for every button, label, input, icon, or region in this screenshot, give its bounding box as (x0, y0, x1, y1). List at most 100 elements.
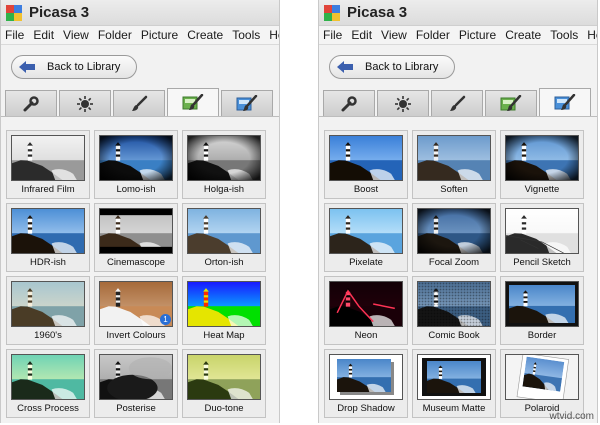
effect-label: Neon (354, 330, 378, 341)
effect-sketch[interactable]: Pencil Sketch (500, 203, 584, 272)
tab-green-effects-brush[interactable] (167, 88, 219, 116)
effect-label: Boost (353, 184, 379, 195)
tab-brightness[interactable] (377, 90, 429, 116)
menu-item-tools[interactable]: Tools (232, 28, 260, 42)
effect-thumbnail (417, 208, 491, 254)
effect-thumbnail (329, 354, 403, 400)
effect-thumbnail (505, 135, 579, 181)
title-bar: Picasa 3 (319, 0, 597, 26)
effect-boost[interactable]: Boost (324, 130, 408, 199)
menu-item-view[interactable]: View (63, 28, 89, 42)
menu-item-file[interactable]: File (5, 28, 24, 42)
effect-polaroid[interactable]: Polaroid (500, 349, 584, 418)
effect-label: Heat Map (203, 330, 245, 341)
window-title: Picasa 3 (29, 4, 90, 21)
effect-label: Lomo-ish (116, 184, 156, 195)
effect-thumbnail (11, 354, 85, 400)
effect-label: Posterise (116, 403, 156, 414)
back-to-library-button[interactable]: Back to Library (11, 55, 138, 79)
menu-item-create[interactable]: Create (505, 28, 541, 42)
effects-grid: Boost Soften Vignette Pixelate Focal Zoom Pen… (324, 130, 584, 418)
effect-heatmap[interactable]: Heat Map (182, 276, 266, 345)
effect-infrared[interactable]: Infrared Film (6, 130, 90, 199)
effect-cross[interactable]: Cross Process (6, 349, 90, 418)
picasa-logo-icon (6, 4, 22, 21)
effect-label: HDR-ish (30, 257, 66, 268)
menu-item-edit[interactable]: Edit (33, 28, 54, 42)
effect-label: Pixelate (349, 257, 383, 268)
menu-item-folder[interactable]: Folder (416, 28, 450, 42)
effect-museum[interactable]: Museum Matte (412, 349, 496, 418)
effect-orton[interactable]: Orton-ish (182, 203, 266, 272)
menu-item-picture[interactable]: Picture (459, 28, 496, 42)
effect-thumbnail (505, 281, 579, 327)
navigation-row: Back to Library (319, 45, 597, 89)
tab-blue-effects-brush[interactable] (539, 88, 591, 116)
effect-focalzoom[interactable]: Focal Zoom (412, 203, 496, 272)
picasa-window-right: Picasa 3 File Edit View Folder Picture Create T… (318, 0, 598, 423)
brightness-icon (394, 95, 412, 113)
effect-label: Duo-tone (204, 403, 244, 414)
effect-duotone[interactable]: Duo-tone (182, 349, 266, 418)
effect-label: Museum Matte (422, 403, 486, 414)
picasa-window-left: Picasa 3 File Edit View Folder Picture Create T… (0, 0, 280, 423)
menu-item-create[interactable]: Create (187, 28, 223, 42)
effect-thumbnail: 1 (99, 281, 173, 327)
effect-comic[interactable]: Comic Book (412, 276, 496, 345)
tool-tabs (319, 88, 597, 117)
back-to-library-button[interactable]: Back to Library (329, 55, 456, 79)
effect-neon[interactable]: Neon (324, 276, 408, 345)
menu-item-he[interactable]: He (269, 28, 279, 42)
back-button-label: Back to Library (47, 61, 121, 73)
menu-item-file[interactable]: File (323, 28, 342, 42)
effect-thumbnail (187, 135, 261, 181)
effect-posterise[interactable]: Posterise (94, 349, 178, 418)
tab-wrench[interactable] (5, 90, 57, 116)
menu-item-folder[interactable]: Folder (98, 28, 132, 42)
effect-sixties[interactable]: 1960's (6, 276, 90, 345)
effect-thumbnail (417, 354, 491, 400)
tab-paintbrush[interactable] (113, 90, 165, 116)
effect-hdr[interactable]: HDR-ish (6, 203, 90, 272)
effect-vignette[interactable]: Vignette (500, 130, 584, 199)
effect-lomo[interactable]: Lomo-ish (94, 130, 178, 199)
menu-bar: File Edit View Folder Picture Create Tools He (1, 26, 279, 45)
effect-pixelate[interactable]: Pixelate (324, 203, 408, 272)
effect-cinemascope[interactable]: Cinemascope (94, 203, 178, 272)
tab-wrench[interactable] (323, 90, 375, 116)
tool-tabs (1, 88, 279, 117)
menu-item-tools[interactable]: Tools (550, 28, 578, 42)
effect-label: 1960's (34, 330, 62, 341)
paintbrush-icon (448, 95, 466, 113)
tab-brightness[interactable] (59, 90, 111, 116)
effect-border[interactable]: Border (500, 276, 584, 345)
effect-holga[interactable]: Holga-ish (182, 130, 266, 199)
tab-green-effects-brush[interactable] (485, 90, 537, 116)
effect-thumbnail (505, 354, 579, 400)
back-button-label: Back to Library (365, 61, 439, 73)
tab-paintbrush[interactable] (431, 90, 483, 116)
title-bar: Picasa 3 (1, 0, 279, 26)
effect-label: Infrared Film (21, 184, 75, 195)
paintbrush-icon (130, 95, 148, 113)
count-badge: 1 (160, 314, 171, 325)
effect-label: Holga-ish (203, 184, 245, 195)
menu-item-view[interactable]: View (381, 28, 407, 42)
wrench-icon (340, 95, 358, 113)
effect-thumbnail (329, 135, 403, 181)
effect-soften[interactable]: Soften (412, 130, 496, 199)
effect-label: Focal Zoom (428, 257, 480, 268)
effect-label: Drop Shadow (337, 403, 395, 414)
tab-blue-effects-brush[interactable] (221, 90, 273, 116)
menu-item-picture[interactable]: Picture (141, 28, 178, 42)
picasa-logo-icon (324, 4, 340, 21)
blue-effects-brush-icon (554, 93, 576, 112)
menu-item-edit[interactable]: Edit (351, 28, 372, 42)
back-arrow-icon (337, 61, 353, 73)
effect-label: Soften (440, 184, 468, 195)
effect-label: Cross Process (17, 403, 79, 414)
menu-item-he[interactable]: He (587, 28, 597, 42)
effect-dropshadow[interactable]: Drop Shadow (324, 349, 408, 418)
effects-grid: Infrared Film Lomo-ish Holga-ish HDR-ish Cin… (6, 130, 266, 418)
effect-invert[interactable]: 1 Invert Colours (94, 276, 178, 345)
